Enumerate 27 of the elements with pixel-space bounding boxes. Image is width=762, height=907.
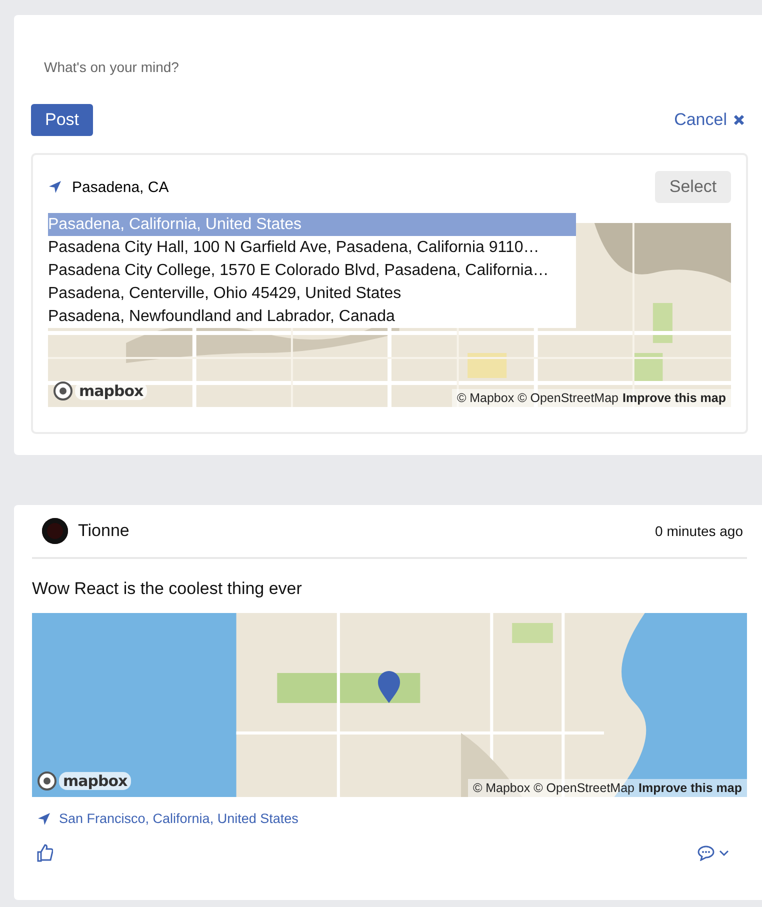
suggestion-item[interactable]: Pasadena, Newfoundland and Labrador, Canada <box>48 305 576 328</box>
location-arrow-icon <box>48 180 62 194</box>
post-time: 0 minutes ago <box>655 523 743 539</box>
map-attribution: © Mapbox © OpenStreetMap <box>472 781 634 795</box>
post-button[interactable]: Post <box>31 104 94 136</box>
suggestion-item[interactable]: Pasadena City Hall, 100 N Garfield Ave, Pasadena, California 9110… <box>48 236 576 259</box>
avatar <box>42 518 68 544</box>
select-button[interactable]: Select <box>655 171 731 203</box>
improve-map-link[interactable]: Improve this map <box>638 781 742 795</box>
close-icon <box>733 114 745 126</box>
cancel-link[interactable]: Cancel <box>674 110 745 130</box>
map-logo: mapbox <box>59 772 132 790</box>
comment-button[interactable] <box>697 845 729 861</box>
map-pin-icon[interactable] <box>377 670 401 704</box>
chevron-down-icon <box>719 849 729 857</box>
improve-map-link[interactable]: Improve this map <box>622 391 726 405</box>
author-name: Tionne <box>78 521 130 541</box>
map-attribution: © Mapbox © OpenStreetMap <box>456 391 618 405</box>
post-text-field[interactable]: What's on your mind? <box>44 55 444 79</box>
location-field[interactable]: Pasadena, CA <box>72 178 472 196</box>
suggestion-item[interactable]: Pasadena, Centerville, Ohio 45429, United States <box>48 282 576 305</box>
post-text: Wow React is the coolest thing ever <box>32 579 303 599</box>
location-link[interactable]: San Francisco, California, United States <box>59 811 298 826</box>
like-button[interactable] <box>37 844 53 862</box>
map-logo: mapbox <box>75 382 148 400</box>
suggestion-item[interactable]: Pasadena City College, 1570 E Colorado Blvd, Pasadena, California… <box>48 259 576 282</box>
location-arrow-icon <box>37 812 51 826</box>
